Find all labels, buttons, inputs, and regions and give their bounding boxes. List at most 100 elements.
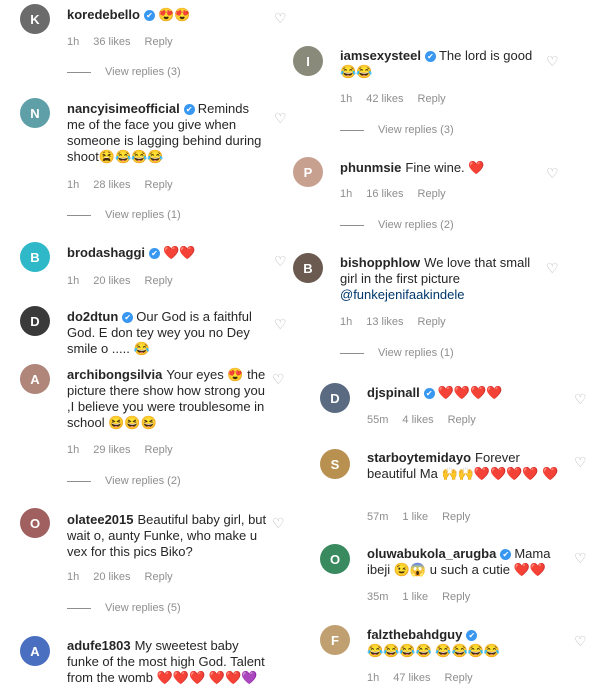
reply-button[interactable]: Reply — [145, 275, 173, 287]
comment-emoji: ❤️ — [468, 160, 485, 175]
reply-button[interactable]: Reply — [445, 672, 473, 684]
username[interactable]: archibongsilvia — [67, 367, 162, 382]
heart-outline-icon[interactable]: ♡ — [546, 166, 559, 180]
reply-button[interactable]: Reply — [145, 444, 173, 456]
like-count[interactable]: 13 likes — [366, 316, 403, 328]
view-replies-button[interactable]: View replies (3) — [340, 124, 454, 136]
reply-button[interactable]: Reply — [442, 511, 470, 523]
username[interactable]: phunmsie — [340, 160, 401, 175]
reply-button[interactable]: Reply — [448, 414, 476, 426]
like-count[interactable]: 20 likes — [93, 571, 130, 583]
timestamp: 1h — [367, 672, 380, 684]
timestamp: 1h — [67, 36, 80, 48]
heart-outline-icon[interactable]: ♡ — [274, 11, 287, 25]
comment-emoji: 😂😂😂😂 😂😂😂😂 — [367, 643, 501, 658]
like-count[interactable]: 47 likes — [393, 672, 430, 684]
heart-outline-icon[interactable]: ♡ — [274, 111, 287, 125]
username[interactable]: bishopphlow — [340, 255, 420, 270]
avatar[interactable]: B — [293, 253, 323, 283]
avatar[interactable]: N — [20, 98, 50, 128]
username[interactable]: adufe1803 — [67, 638, 131, 653]
timestamp: 55m — [367, 414, 389, 426]
avatar[interactable]: D — [20, 306, 50, 336]
comment-meta: 35m 1 like Reply — [367, 591, 484, 603]
comment-emoji: 😂 — [133, 341, 150, 356]
heart-outline-icon[interactable]: ♡ — [274, 254, 287, 268]
heart-outline-icon[interactable]: ♡ — [574, 455, 587, 469]
comment-meta: 1h 20 likes Reply — [67, 571, 187, 583]
heart-outline-icon[interactable]: ♡ — [546, 54, 559, 68]
avatar[interactable]: I — [293, 46, 323, 76]
comment-meta: 1h 28 likes Reply — [67, 179, 187, 191]
username[interactable]: iamsexysteel — [340, 48, 421, 63]
reply-button[interactable]: Reply — [442, 591, 470, 603]
like-count[interactable]: 28 likes — [93, 179, 130, 191]
reply-button[interactable]: Reply — [418, 188, 446, 200]
reply-button[interactable]: Reply — [145, 36, 173, 48]
heart-outline-icon[interactable]: ♡ — [272, 516, 285, 530]
verified-badge-icon: ✔ — [500, 549, 512, 560]
heart-outline-icon[interactable]: ♡ — [274, 317, 287, 331]
username[interactable]: koredebello — [67, 7, 140, 22]
username[interactable]: do2dtun — [67, 309, 118, 324]
comment-emoji: 🙌🙌❤️❤️❤️❤️ ❤️ — [441, 466, 559, 481]
comment-emoji-end: ❤️❤️ — [513, 562, 546, 577]
view-replies-button[interactable]: View replies (2) — [340, 219, 454, 231]
like-count[interactable]: 29 likes — [93, 444, 130, 456]
view-replies-button[interactable]: View replies (1) — [340, 347, 454, 359]
like-count[interactable]: 20 likes — [93, 275, 130, 287]
comment-meta: 1h 47 likes Reply — [367, 672, 487, 684]
like-count[interactable]: 16 likes — [366, 188, 403, 200]
avatar[interactable]: O — [20, 508, 50, 538]
comment-emoji: 😆😆😆 — [108, 415, 157, 430]
comment-meta: 1h 29 likes Reply — [67, 444, 187, 456]
view-replies-button[interactable]: View replies (2) — [67, 475, 181, 487]
reply-button[interactable]: Reply — [145, 571, 173, 583]
avatar[interactable]: D — [320, 383, 350, 413]
avatar[interactable]: K — [20, 4, 50, 34]
heart-outline-icon[interactable]: ♡ — [546, 261, 559, 275]
reply-button[interactable]: Reply — [145, 179, 173, 191]
verified-badge-icon: ✔ — [149, 248, 161, 259]
comment-meta: 1h 42 likes Reply — [340, 93, 460, 105]
avatar[interactable]: A — [20, 364, 50, 394]
username[interactable]: oluwabukola_arugba — [367, 546, 496, 561]
reply-button[interactable]: Reply — [418, 93, 446, 105]
username[interactable]: starboytemidayo — [367, 450, 471, 465]
like-count[interactable]: 42 likes — [366, 93, 403, 105]
heart-outline-icon[interactable]: ♡ — [272, 372, 285, 386]
username[interactable]: nancyisimeofficial — [67, 101, 180, 116]
comment-meta: 55m 4 likes Reply — [367, 414, 490, 426]
heart-outline-icon[interactable]: ♡ — [574, 551, 587, 565]
timestamp: 1h — [67, 179, 80, 191]
comment-text: Fine wine. — [405, 160, 465, 175]
mention-link[interactable]: @funkejenifaakindele — [340, 287, 465, 302]
avatar[interactable]: P — [293, 157, 323, 187]
like-count[interactable]: 1 like — [402, 511, 428, 523]
avatar[interactable]: B — [20, 242, 50, 272]
verified-badge-icon: ✔ — [122, 312, 134, 323]
heart-outline-icon[interactable]: ♡ — [574, 392, 587, 406]
view-replies-button[interactable]: View replies (3) — [67, 66, 181, 78]
like-count[interactable]: 1 like — [402, 591, 428, 603]
username[interactable]: brodashaggi — [67, 245, 145, 260]
view-replies-button[interactable]: View replies (5) — [67, 602, 181, 614]
username[interactable]: falzthebahdguy — [367, 627, 462, 642]
avatar[interactable]: F — [320, 625, 350, 655]
comment-text: The lord is good — [438, 48, 533, 63]
username[interactable]: djspinall — [367, 385, 420, 400]
username[interactable]: olatee2015 — [67, 512, 134, 527]
like-count[interactable]: 36 likes — [93, 36, 130, 48]
view-replies-button[interactable]: View replies (1) — [67, 209, 181, 221]
timestamp: 1h — [67, 275, 80, 287]
comment-meta: 1h 36 likes Reply — [67, 36, 187, 48]
comment-meta: 57m 1 like Reply — [367, 511, 484, 523]
avatar[interactable]: S — [320, 449, 350, 479]
avatar[interactable]: O — [320, 544, 350, 574]
like-count[interactable]: 4 likes — [402, 414, 433, 426]
verified-badge-icon: ✔ — [143, 10, 155, 21]
heart-outline-icon[interactable]: ♡ — [574, 634, 587, 648]
reply-button[interactable]: Reply — [418, 316, 446, 328]
verified-badge-icon: ✔ — [466, 630, 478, 641]
avatar[interactable]: A — [20, 636, 50, 666]
